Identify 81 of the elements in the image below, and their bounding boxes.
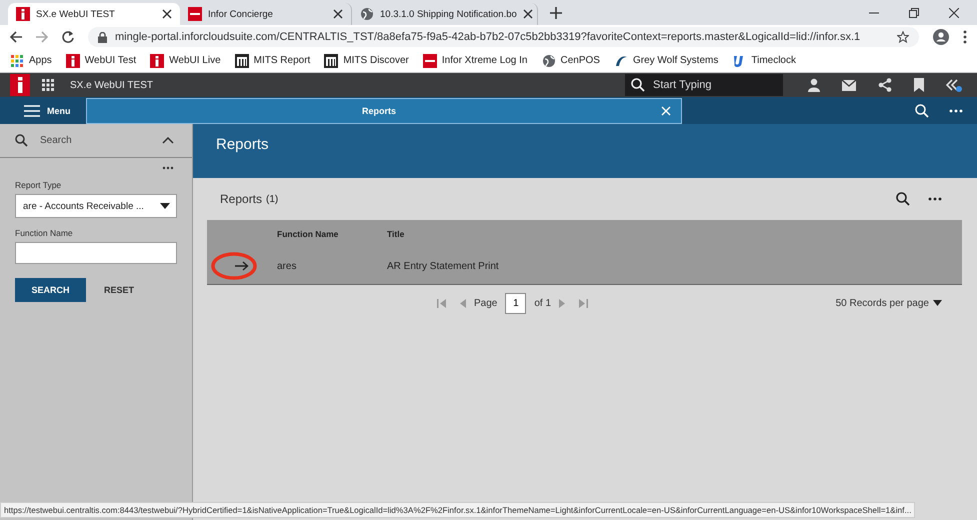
app-tab[interactable]: Reports (86, 98, 682, 124)
arrow-icon[interactable] (235, 261, 249, 271)
grid-title: Reports (220, 192, 262, 206)
share-icon[interactable] (878, 78, 892, 92)
page-count: of 1 (534, 298, 552, 308)
bookmark[interactable]: MITS Report (234, 54, 310, 68)
collapse-chevron-icon[interactable] (162, 137, 174, 144)
info-logo-icon (66, 54, 80, 68)
new-tab-icon[interactable] (550, 7, 562, 19)
field-label: Report Type (15, 180, 62, 190)
info-logo-icon (150, 54, 164, 68)
search-icon[interactable] (896, 192, 910, 206)
menu-icon (24, 104, 40, 116)
field-label: Function Name (15, 228, 74, 238)
tab-label: Reports (360, 106, 397, 116)
close-icon[interactable] (949, 8, 959, 18)
bookmark-icon[interactable] (914, 78, 924, 92)
site-logo-icon (422, 54, 437, 68)
restore-icon[interactable] (909, 8, 919, 18)
bookmark[interactable]: WebUI Live (150, 54, 221, 68)
collapse-icon[interactable] (946, 78, 962, 92)
search-icon (631, 78, 645, 92)
building-logo-icon (234, 54, 249, 68)
more-vertical-icon[interactable] (963, 30, 967, 44)
record-count: (1) (266, 194, 278, 204)
apps-grid-icon (10, 54, 24, 68)
infor-logo-icon[interactable] (10, 74, 30, 96)
page-label: Page (474, 298, 498, 308)
search-input[interactable]: Start Typing (651, 78, 775, 92)
search-button[interactable]: SEARCH (15, 278, 86, 302)
dropdown-caret-icon (933, 300, 942, 306)
search-icon[interactable] (915, 104, 929, 118)
bookmark[interactable]: WebUI Test (66, 54, 136, 68)
back-arrow-icon[interactable] (10, 31, 22, 43)
building-logo-icon (324, 54, 338, 68)
lock-icon (98, 32, 107, 42)
bookmark[interactable]: Timeclock (732, 54, 796, 68)
bookmark[interactable]: MITS Discover (324, 54, 409, 68)
tab-title: 10.3.1.0 Shipping Notification.bo (380, 8, 517, 20)
page-number-field[interactable]: 1 (505, 292, 526, 314)
more-icon[interactable] (949, 108, 963, 112)
info-logo-icon (16, 7, 30, 21)
account-icon[interactable] (933, 29, 949, 45)
search-icon[interactable] (15, 134, 28, 147)
bookmark[interactable]: Apps (10, 54, 52, 68)
close-icon[interactable] (522, 9, 533, 19)
app-grid-icon[interactable] (42, 79, 54, 91)
more-icon[interactable] (928, 197, 942, 201)
search-field[interactable]: Start Typing (625, 74, 783, 96)
status-url-bubble: https://testwebui.centraltis.com:8443/testwebui/?HybridCertified=1&isNativeApplication=True&LogicalId=lid%3A%2F%2Finfor.sx.1&inforThemeName=Light&inforCurrentLocale=en-US&inforCurrentLanguage=en-US&infor10WorkspaceShell=1&inf... (0, 502, 916, 518)
bookmark[interactable]: Infor Xtreme Log In (422, 54, 528, 68)
reload-icon[interactable] (62, 31, 74, 43)
column-header[interactable]: Title (387, 229, 962, 239)
star-icon[interactable] (897, 31, 909, 43)
user-icon[interactable] (808, 78, 820, 92)
function-name-field[interactable] (15, 242, 177, 264)
tab-title: SX.e WebUI TEST (36, 8, 116, 20)
mail-icon[interactable] (842, 80, 856, 90)
table-cell-text: AR Entry Statement Print (387, 260, 500, 272)
search-label: Search (40, 135, 72, 146)
records-per-page-button[interactable]: 50 Records per page (836, 298, 942, 308)
address-bar[interactable]: mingle-portal.inforcloudsuite.com/CENTRALTIS_TST/8a8efa75-f9a5-42ab-b7b2-07c5b2bb3319?favoriteContext=reports.master&LogicalId=lid://infor.sx.1 (88, 27, 919, 47)
app-title: SX.e WebUI TEST (70, 80, 153, 90)
bookmark[interactable]: CenPOS (542, 54, 600, 68)
dropdown-caret-icon (160, 203, 170, 209)
table-cell-text: ares (277, 260, 298, 272)
bookmark[interactable]: Grey Wolf Systems (614, 54, 718, 68)
report-type-dropdown[interactable]: are - Accounts Receivable ... (15, 194, 177, 218)
globe-icon (542, 54, 556, 68)
close-icon[interactable] (162, 9, 172, 19)
tab-title: Infor Concierge (208, 8, 274, 20)
url-text: mingle-portal.inforcloudsuite.com/CENTRALTIS_TST/8a8efa75-f9a5-42ab-b7b2-07c5b2bb3319?favoriteContext=reports.master&LogicalId=lid://infor.sx.1 (115, 31, 862, 43)
page-title: Reports (216, 136, 269, 152)
column-header[interactable]: Function Name (277, 229, 387, 239)
close-icon[interactable] (333, 9, 343, 19)
more-icon[interactable] (162, 166, 174, 170)
reset-button[interactable]: RESET (96, 281, 142, 299)
browser-tab[interactable]: SX.e WebUI TEST (8, 3, 180, 25)
site-logo-icon (188, 7, 202, 21)
globe-icon (360, 7, 374, 21)
swoosh-logo-icon (614, 54, 628, 68)
